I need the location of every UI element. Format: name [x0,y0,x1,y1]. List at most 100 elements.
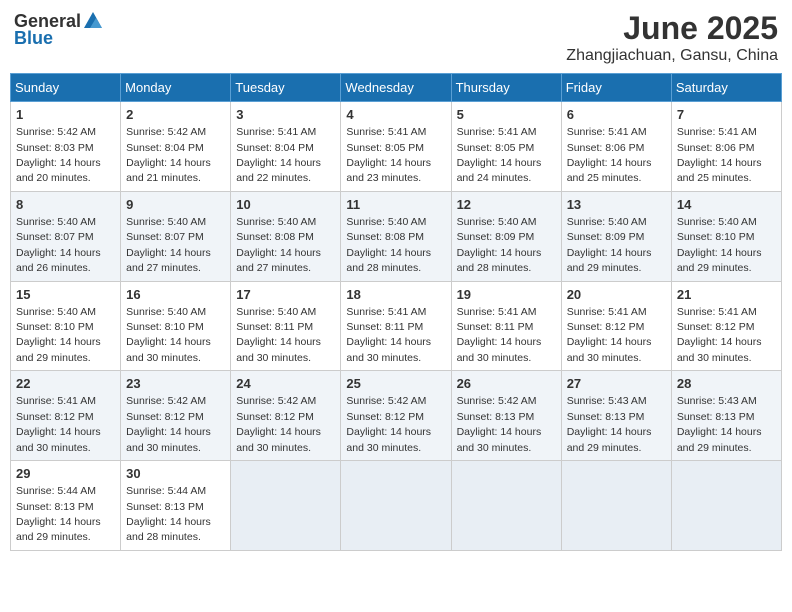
day-info: Sunrise: 5:41 AM Sunset: 8:06 PM Dayligh… [567,126,652,184]
day-info: Sunrise: 5:40 AM Sunset: 8:07 PM Dayligh… [126,216,211,274]
day-number: 19 [457,286,556,304]
day-info: Sunrise: 5:40 AM Sunset: 8:10 PM Dayligh… [126,306,211,364]
day-number: 18 [346,286,445,304]
calendar-day-cell: 16 Sunrise: 5:40 AM Sunset: 8:10 PM Dayli… [121,281,231,371]
day-info: Sunrise: 5:40 AM Sunset: 8:08 PM Dayligh… [236,216,321,274]
day-number: 1 [16,106,115,124]
calendar-day-cell: 6 Sunrise: 5:41 AM Sunset: 8:06 PM Daylig… [561,102,671,192]
day-info: Sunrise: 5:40 AM Sunset: 8:09 PM Dayligh… [567,216,652,274]
day-number: 8 [16,196,115,214]
calendar-day-cell: 3 Sunrise: 5:41 AM Sunset: 8:04 PM Daylig… [231,102,341,192]
calendar-day-cell: 21Sunrise: 5:41 AM Sunset: 8:12 PM Dayli… [671,281,781,371]
calendar-day-cell: 28Sunrise: 5:43 AM Sunset: 8:13 PM Dayli… [671,371,781,461]
calendar-day-cell: 8Sunrise: 5:40 AM Sunset: 8:07 PM Daylig… [11,191,121,281]
day-info: Sunrise: 5:41 AM Sunset: 8:12 PM Dayligh… [16,395,101,453]
calendar-day-cell: 14 Sunrise: 5:40 AM Sunset: 8:10 PM Dayli… [671,191,781,281]
title-area: June 2025 Zhangjiachuan, Gansu, China [566,10,778,65]
calendar-day-cell: 26 Sunrise: 5:42 AM Sunset: 8:13 PM Dayli… [451,371,561,461]
day-number: 24 [236,375,335,393]
calendar-day-cell: 27Sunrise: 5:43 AM Sunset: 8:13 PM Dayli… [561,371,671,461]
day-number: 26 [457,375,556,393]
day-number: 22 [16,375,115,393]
calendar-day-cell: 15Sunrise: 5:40 AM Sunset: 8:10 PM Dayli… [11,281,121,371]
day-info: Sunrise: 5:44 AM Sunset: 8:13 PM Dayligh… [16,485,101,543]
day-number: 17 [236,286,335,304]
calendar-day-cell: 25 Sunrise: 5:42 AM Sunset: 8:12 PM Dayli… [341,371,451,461]
day-number: 20 [567,286,666,304]
calendar-week-row: 29 Sunrise: 5:44 AM Sunset: 8:13 PM Dayli… [11,461,782,551]
column-header-sunday: Sunday [11,74,121,102]
day-number: 11 [346,196,445,214]
calendar-day-cell: 1 Sunrise: 5:42 AM Sunset: 8:03 PM Daylig… [11,102,121,192]
calendar-day-cell: 23 Sunrise: 5:42 AM Sunset: 8:12 PM Dayli… [121,371,231,461]
day-info: Sunrise: 5:42 AM Sunset: 8:12 PM Dayligh… [126,395,211,453]
calendar-week-row: 15Sunrise: 5:40 AM Sunset: 8:10 PM Dayli… [11,281,782,371]
calendar-table: SundayMondayTuesdayWednesdayThursdayFrid… [10,73,782,551]
day-info: Sunrise: 5:41 AM Sunset: 8:05 PM Dayligh… [346,126,431,184]
day-number: 25 [346,375,445,393]
day-number: 14 [677,196,776,214]
day-number: 9 [126,196,225,214]
day-number: 12 [457,196,556,214]
day-info: Sunrise: 5:40 AM Sunset: 8:10 PM Dayligh… [677,216,762,274]
page-header: General Blue June 2025 Zhangjiachuan, Ga… [10,10,782,65]
calendar-day-cell: 13 Sunrise: 5:40 AM Sunset: 8:09 PM Dayli… [561,191,671,281]
calendar-day-cell [451,461,561,551]
day-info: Sunrise: 5:41 AM Sunset: 8:12 PM Dayligh… [677,306,762,364]
calendar-day-cell: 10Sunrise: 5:40 AM Sunset: 8:08 PM Dayli… [231,191,341,281]
calendar-day-cell: 12 Sunrise: 5:40 AM Sunset: 8:09 PM Dayli… [451,191,561,281]
calendar-week-row: 1 Sunrise: 5:42 AM Sunset: 8:03 PM Daylig… [11,102,782,192]
calendar-day-cell: 9 Sunrise: 5:40 AM Sunset: 8:07 PM Daylig… [121,191,231,281]
column-header-monday: Monday [121,74,231,102]
day-info: Sunrise: 5:41 AM Sunset: 8:11 PM Dayligh… [346,306,431,364]
day-number: 16 [126,286,225,304]
day-info: Sunrise: 5:42 AM Sunset: 8:12 PM Dayligh… [346,395,431,453]
calendar-day-cell: 24 Sunrise: 5:42 AM Sunset: 8:12 PM Dayli… [231,371,341,461]
day-number: 7 [677,106,776,124]
day-info: Sunrise: 5:43 AM Sunset: 8:13 PM Dayligh… [567,395,652,453]
column-header-wednesday: Wednesday [341,74,451,102]
column-header-thursday: Thursday [451,74,561,102]
day-number: 28 [677,375,776,393]
logo: General Blue [14,10,105,49]
day-number: 30 [126,465,225,483]
day-info: Sunrise: 5:42 AM Sunset: 8:12 PM Dayligh… [236,395,321,453]
day-number: 23 [126,375,225,393]
day-info: Sunrise: 5:41 AM Sunset: 8:04 PM Dayligh… [236,126,321,184]
logo-icon [82,10,104,32]
day-number: 6 [567,106,666,124]
calendar-header-row: SundayMondayTuesdayWednesdayThursdayFrid… [11,74,782,102]
logo-blue-text: Blue [14,28,53,49]
day-number: 3 [236,106,335,124]
calendar-day-cell [341,461,451,551]
calendar-day-cell: 11Sunrise: 5:40 AM Sunset: 8:08 PM Dayli… [341,191,451,281]
day-number: 13 [567,196,666,214]
day-number: 5 [457,106,556,124]
day-info: Sunrise: 5:44 AM Sunset: 8:13 PM Dayligh… [126,485,211,543]
day-info: Sunrise: 5:42 AM Sunset: 8:03 PM Dayligh… [16,126,101,184]
calendar-day-cell: 2Sunrise: 5:42 AM Sunset: 8:04 PM Daylig… [121,102,231,192]
calendar-week-row: 22 Sunrise: 5:41 AM Sunset: 8:12 PM Dayli… [11,371,782,461]
calendar-day-cell: 4 Sunrise: 5:41 AM Sunset: 8:05 PM Daylig… [341,102,451,192]
day-info: Sunrise: 5:41 AM Sunset: 8:06 PM Dayligh… [677,126,762,184]
month-title: June 2025 [566,10,778,47]
column-header-saturday: Saturday [671,74,781,102]
calendar-day-cell [671,461,781,551]
calendar-day-cell [231,461,341,551]
location-title: Zhangjiachuan, Gansu, China [566,47,778,65]
day-info: Sunrise: 5:42 AM Sunset: 8:13 PM Dayligh… [457,395,542,453]
day-info: Sunrise: 5:41 AM Sunset: 8:05 PM Dayligh… [457,126,542,184]
calendar-day-cell: 18 Sunrise: 5:41 AM Sunset: 8:11 PM Dayli… [341,281,451,371]
day-info: Sunrise: 5:41 AM Sunset: 8:11 PM Dayligh… [457,306,542,364]
day-info: Sunrise: 5:41 AM Sunset: 8:12 PM Dayligh… [567,306,652,364]
column-header-tuesday: Tuesday [231,74,341,102]
day-number: 4 [346,106,445,124]
calendar-day-cell: 19 Sunrise: 5:41 AM Sunset: 8:11 PM Dayli… [451,281,561,371]
day-info: Sunrise: 5:40 AM Sunset: 8:09 PM Dayligh… [457,216,542,274]
day-info: Sunrise: 5:40 AM Sunset: 8:11 PM Dayligh… [236,306,321,364]
calendar-day-cell: 22 Sunrise: 5:41 AM Sunset: 8:12 PM Dayli… [11,371,121,461]
column-header-friday: Friday [561,74,671,102]
calendar-day-cell: 20 Sunrise: 5:41 AM Sunset: 8:12 PM Dayli… [561,281,671,371]
calendar-day-cell: 5 Sunrise: 5:41 AM Sunset: 8:05 PM Daylig… [451,102,561,192]
day-number: 29 [16,465,115,483]
